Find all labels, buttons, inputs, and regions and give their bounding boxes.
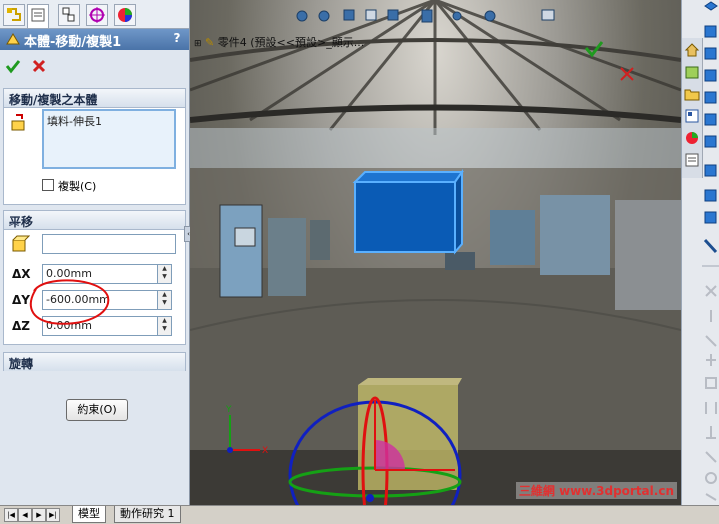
part-icon: ✎: [205, 36, 215, 49]
expand-icon[interactable]: ⊞: [194, 39, 202, 49]
reference-entity-icon: [12, 235, 30, 252]
chevron-up-icon[interactable]: ︽: [9, 213, 180, 228]
svg-text:X: X: [262, 446, 268, 456]
ok-checkmark-icon[interactable]: [5, 58, 21, 74]
feature-title-bar: 本體-移動/複製1 ?: [0, 29, 189, 50]
property-manager: 本體-移動/複製1 ? 移動/複製之本體 ︽ 填料-伸長1 複製(C) 平移 ︽…: [0, 0, 193, 505]
page-title: 本體-移動/複製1: [24, 35, 122, 50]
tab-configuration-manager[interactable]: [58, 4, 80, 26]
svg-text:Y: Y: [225, 405, 232, 415]
property-manager-icon: [31, 8, 45, 22]
first-tab-button[interactable]: |◀: [4, 508, 18, 522]
view-toolbar[interactable]: [702, 0, 719, 505]
move-copy-bodies-group: 移動/複製之本體 ︽ 填料-伸長1 複製(C): [3, 88, 186, 205]
prev-tab-button[interactable]: ◀: [18, 508, 32, 522]
rotate-group-header[interactable]: 旋轉 ︾: [4, 353, 185, 371]
feature-tree-flyout[interactable]: ⊞ ✎ 零件4 (預設<<預設>_顯示...: [194, 34, 364, 50]
reference-entity-field[interactable]: [42, 234, 176, 254]
appearances-icon[interactable]: [684, 130, 700, 146]
task-pane: [681, 0, 719, 505]
bodies-selection-box[interactable]: 填料-伸長1: [42, 109, 176, 169]
factory-background: Y X: [190, 0, 681, 505]
copy-checkbox-label: 複製(C): [58, 180, 97, 193]
tab-feature-manager[interactable]: [3, 4, 25, 26]
constraints-button[interactable]: 約束(O): [66, 399, 128, 421]
next-tab-button[interactable]: ▶: [32, 508, 46, 522]
delta-x-spinner[interactable]: ▲ ▼: [158, 264, 172, 284]
chevron-down-icon[interactable]: ︾: [9, 355, 180, 370]
selected-body-item[interactable]: 填料-伸長1: [47, 115, 102, 128]
help-button[interactable]: ?: [169, 31, 185, 47]
tab-dimxpert-manager[interactable]: [86, 4, 108, 26]
delta-y-spinner[interactable]: ▲ ▼: [158, 290, 172, 310]
tab-display-manager[interactable]: [114, 4, 136, 26]
dimxpert-icon: [89, 7, 105, 23]
translate-group-header[interactable]: 平移 ︽: [4, 211, 185, 230]
delta-z-spinner[interactable]: ▲ ▼: [158, 316, 172, 336]
move-copy-body-icon: [6, 33, 20, 45]
cancel-x-icon[interactable]: [31, 58, 47, 74]
custom-properties-icon[interactable]: [684, 152, 700, 168]
copy-checkbox[interactable]: [42, 179, 54, 191]
bottom-tab-bar: |◀ ◀ ▶ ▶| 模型 動作研究 1: [0, 505, 719, 524]
tab-property-manager[interactable]: [27, 4, 49, 28]
chevron-up-icon[interactable]: ︽: [9, 91, 180, 106]
watermark: 三維網 www.3dportal.cn: [515, 482, 677, 499]
graphics-viewport[interactable]: Y X ⊞ ✎ 零件4 (預設<<預設>_顯示... 三維網 www.3dpor…: [190, 0, 681, 505]
part-name-label[interactable]: 零件4 (預設<<預設>_顯示...: [218, 36, 364, 49]
tab-model[interactable]: 模型: [72, 506, 106, 523]
task-pane-tabs: [682, 38, 703, 178]
view-palette-icon[interactable]: [684, 108, 700, 124]
red-annotation-circle: [29, 279, 110, 325]
rotate-group[interactable]: 旋轉 ︾: [3, 352, 186, 371]
tab-motion-study[interactable]: 動作研究 1: [114, 506, 181, 523]
configuration-icon: [62, 7, 75, 22]
bodies-selection-icon: [11, 114, 25, 131]
feature-tree-icon: [7, 8, 21, 21]
last-tab-button[interactable]: ▶|: [46, 508, 60, 522]
home-icon[interactable]: [684, 42, 700, 58]
display-manager-icon: [118, 8, 132, 22]
design-library-icon[interactable]: [684, 64, 700, 80]
translate-group: 平移 ︽ ΔX 0.00mm ▲ ▼ ΔY -600.00mm ▲ ▼ ΔZ 0.0…: [3, 210, 186, 345]
move-copy-group-header[interactable]: 移動/複製之本體 ︽: [4, 89, 185, 108]
manager-tabs: [0, 0, 189, 29]
file-explorer-icon[interactable]: [684, 86, 700, 102]
